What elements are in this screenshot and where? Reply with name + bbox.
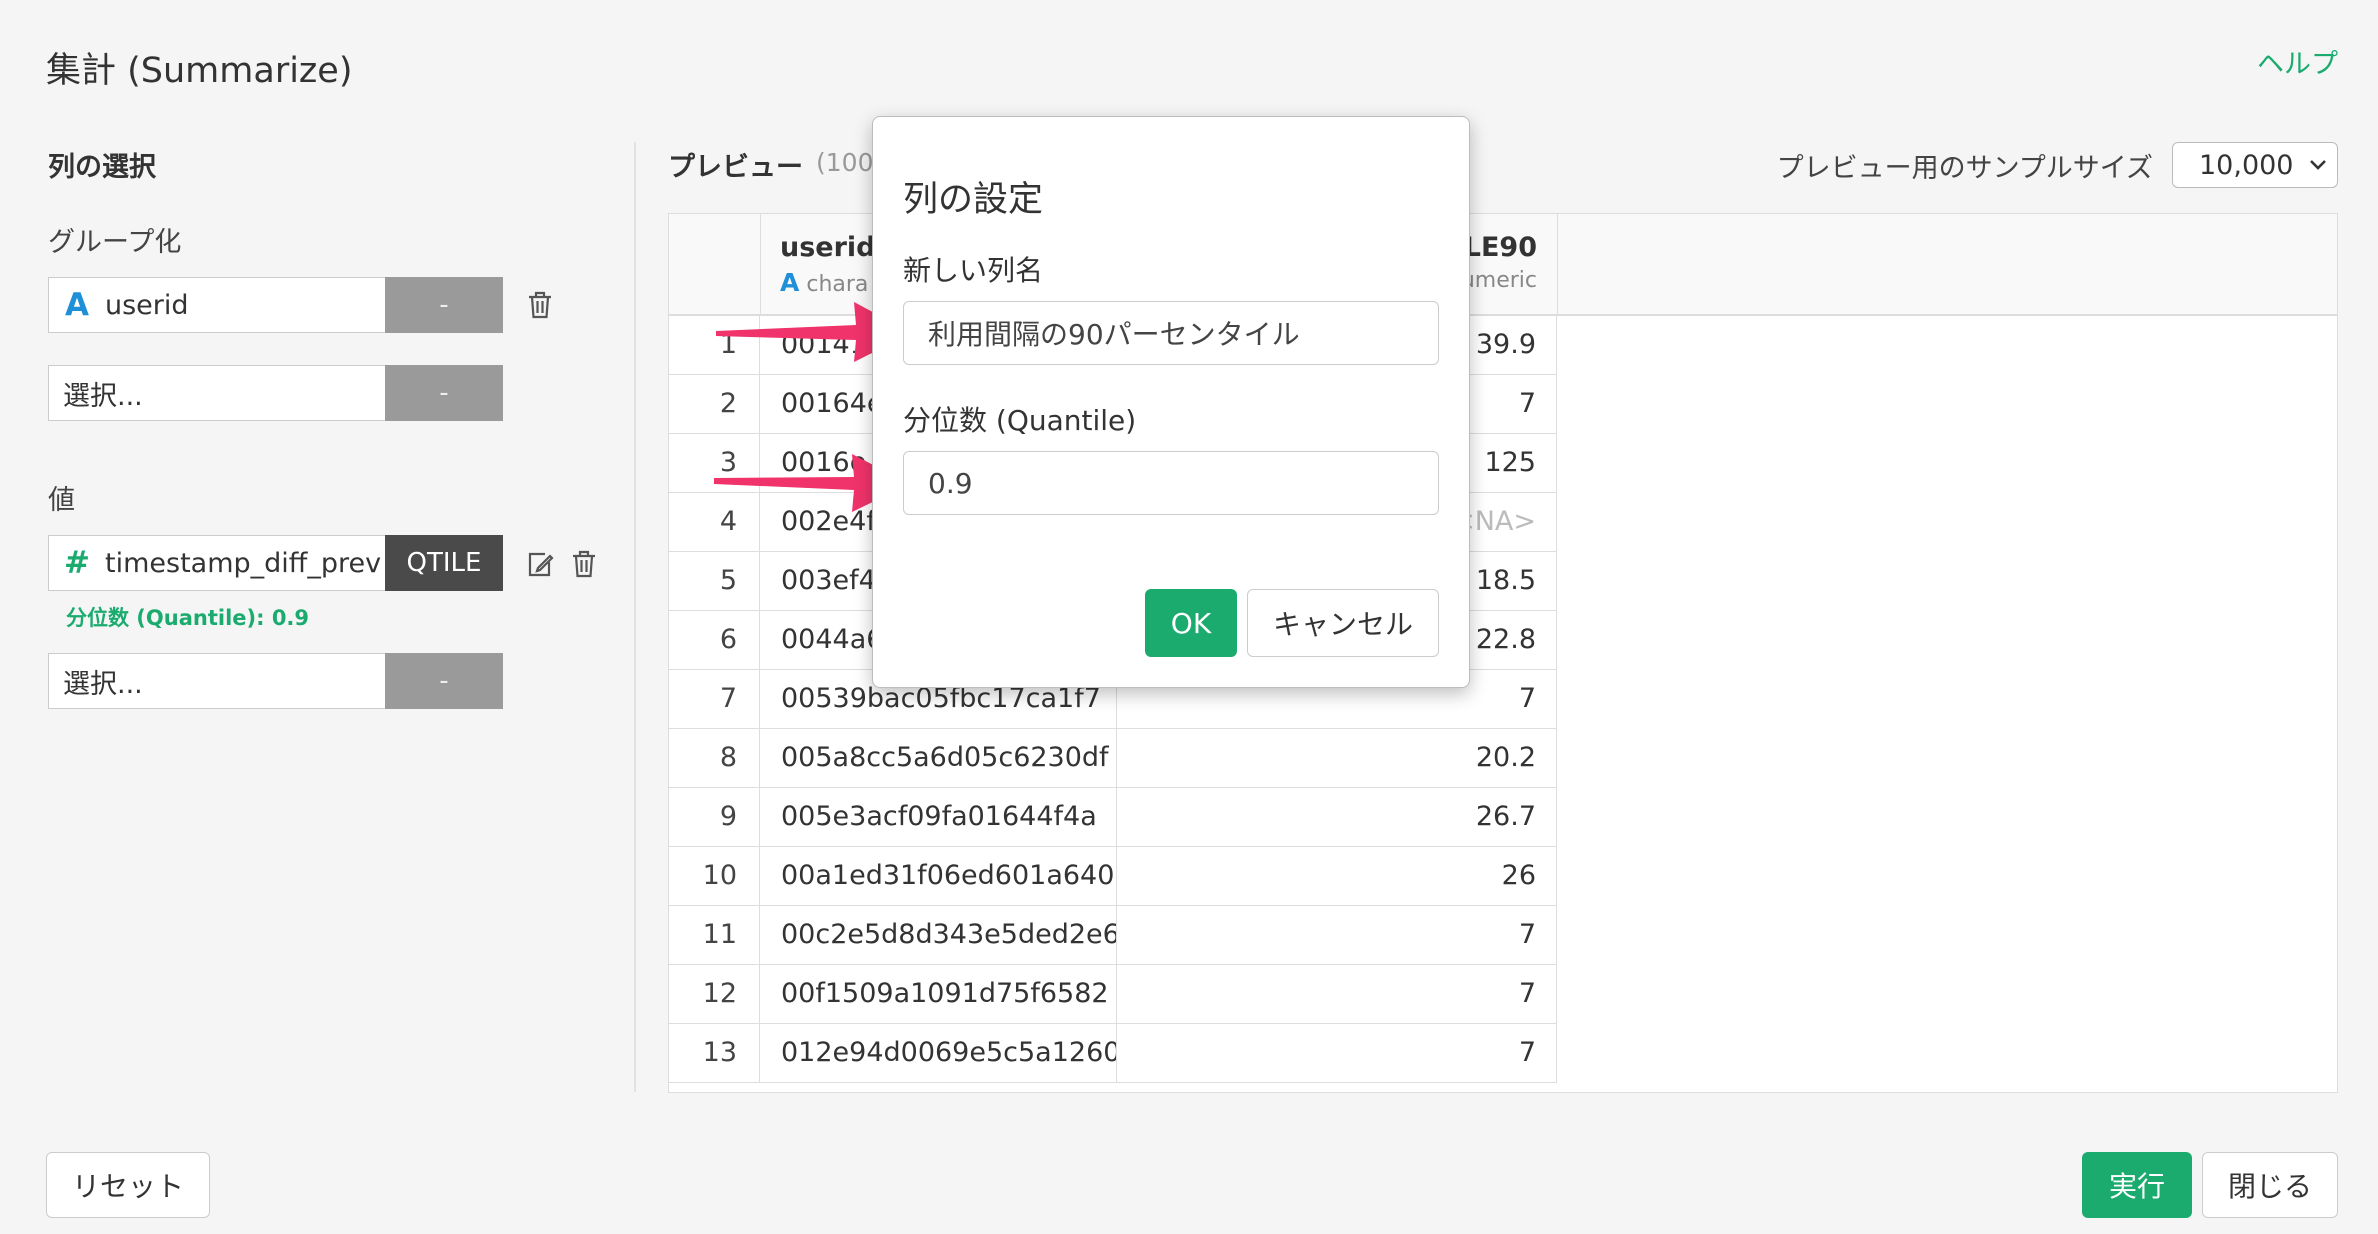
group-column-name: userid (105, 289, 189, 321)
row-index: 11 (669, 906, 760, 964)
row-index: 8 (669, 729, 760, 787)
sample-size-select[interactable]: 10,000 (2172, 142, 2338, 188)
value-select-function-button[interactable]: - (385, 653, 503, 709)
row-index: 7 (669, 670, 760, 728)
table-row: 13 012e94d0069e5c5a1260 7 (669, 1024, 1557, 1083)
values-label: 値 (48, 485, 75, 516)
trash-icon[interactable] (526, 290, 554, 320)
close-button[interactable]: 閉じる (2202, 1152, 2338, 1218)
quantile-label: 分位数 (Quantile) (903, 404, 1137, 437)
group-select-placeholder: 選択... (63, 380, 143, 412)
row-index: 6 (669, 611, 760, 669)
column-name: userid (780, 232, 876, 263)
userid-cell: 00a1ed31f06ed601a640 (760, 847, 1117, 905)
userid-cell: 005e3acf09fa01644f4a (760, 788, 1117, 846)
group-select-function-button[interactable]: - (385, 365, 503, 421)
row-index: 13 (669, 1024, 760, 1082)
table-row: 10 00a1ed31f06ed601a640 26 (669, 847, 1557, 906)
run-button[interactable]: 実行 (2082, 1152, 2192, 1218)
reset-button[interactable]: リセット (46, 1152, 210, 1218)
ok-button[interactable]: OK (1145, 589, 1237, 657)
column-type: A chara (780, 268, 868, 297)
row-index: 5 (669, 552, 760, 610)
dialog-title: 列の設定 (903, 180, 1044, 220)
help-link[interactable]: ヘルプ (2257, 42, 2338, 81)
new-column-name-input[interactable]: 利用間隔の90パーセンタイル (903, 301, 1439, 365)
new-column-name-label: 新しい列名 (903, 254, 1044, 287)
group-by-label: グループ化 (48, 227, 182, 258)
value-column-select[interactable]: 選択... - (48, 653, 503, 709)
column-type-text: chara (806, 272, 869, 297)
quantile-cell: 7 (1117, 906, 1557, 964)
quantile-value: 0.9 (928, 466, 973, 500)
value-column-name: timestamp_diff_prev (105, 547, 382, 579)
cancel-button[interactable]: キャンセル (1247, 589, 1439, 657)
group-column-select[interactable]: 選択... - (48, 365, 503, 421)
quantile-input[interactable]: 0.9 (903, 451, 1439, 515)
userid-cell: 012e94d0069e5c5a1260 (760, 1024, 1117, 1082)
group-column-userid[interactable]: A userid - (48, 277, 503, 333)
group-function-button[interactable]: - (385, 277, 503, 333)
sample-size-value: 10,000 (2199, 149, 2294, 181)
userid-cell: 00f1509a1091d75f6582 (760, 965, 1117, 1023)
new-column-name-value: 利用間隔の90パーセンタイル (928, 318, 1300, 351)
value-select-placeholder: 選択... (63, 668, 143, 700)
value-column-timestamp[interactable]: # timestamp_diff_prev QTILE (48, 535, 503, 591)
row-index: 2 (669, 375, 760, 433)
userid-cell: 00c2e5d8d343e5ded2e6 (760, 906, 1117, 964)
qtile-function-button[interactable]: QTILE (385, 535, 503, 591)
column-type: umeric (1460, 268, 1537, 293)
quantile-note: 分位数 (Quantile): 0.9 (66, 606, 310, 630)
sample-size-label: プレビュー用のサンプルサイズ (1776, 153, 2153, 184)
preview-title: プレビュー (668, 152, 803, 183)
quantile-cell: 20.2 (1117, 729, 1557, 787)
quantile-cell: 26 (1117, 847, 1557, 905)
column-name: LE90 (1463, 232, 1537, 263)
chevron-down-icon (2310, 160, 2326, 170)
preview-count: (100 (816, 148, 874, 177)
character-type-icon: A (780, 268, 800, 297)
trash-icon[interactable] (570, 549, 598, 579)
row-index: 10 (669, 847, 760, 905)
row-index: 9 (669, 788, 760, 846)
column-settings-dialog: 列の設定 新しい列名 利用間隔の90パーセンタイル 分位数 (Quantile)… (872, 116, 1470, 688)
quantile-cell: 7 (1117, 1024, 1557, 1082)
divider (634, 142, 636, 1092)
character-type-icon: A (65, 287, 89, 323)
quantile-cell: 26.7 (1117, 788, 1557, 846)
edit-icon[interactable] (526, 549, 554, 579)
row-index: 12 (669, 965, 760, 1023)
page-title: 集計 (Summarize) (46, 51, 353, 91)
quantile-cell: 7 (1117, 965, 1557, 1023)
column-selection-title: 列の選択 (48, 152, 156, 183)
numeric-type-icon: # (64, 545, 90, 581)
userid-cell: 005a8cc5a6d05c6230df (760, 729, 1117, 787)
table-row: 8 005a8cc5a6d05c6230df 20.2 (669, 729, 1557, 788)
table-row: 9 005e3acf09fa01644f4a 26.7 (669, 788, 1557, 847)
table-row: 12 00f1509a1091d75f6582 7 (669, 965, 1557, 1024)
table-row: 11 00c2e5d8d343e5ded2e6 7 (669, 906, 1557, 965)
